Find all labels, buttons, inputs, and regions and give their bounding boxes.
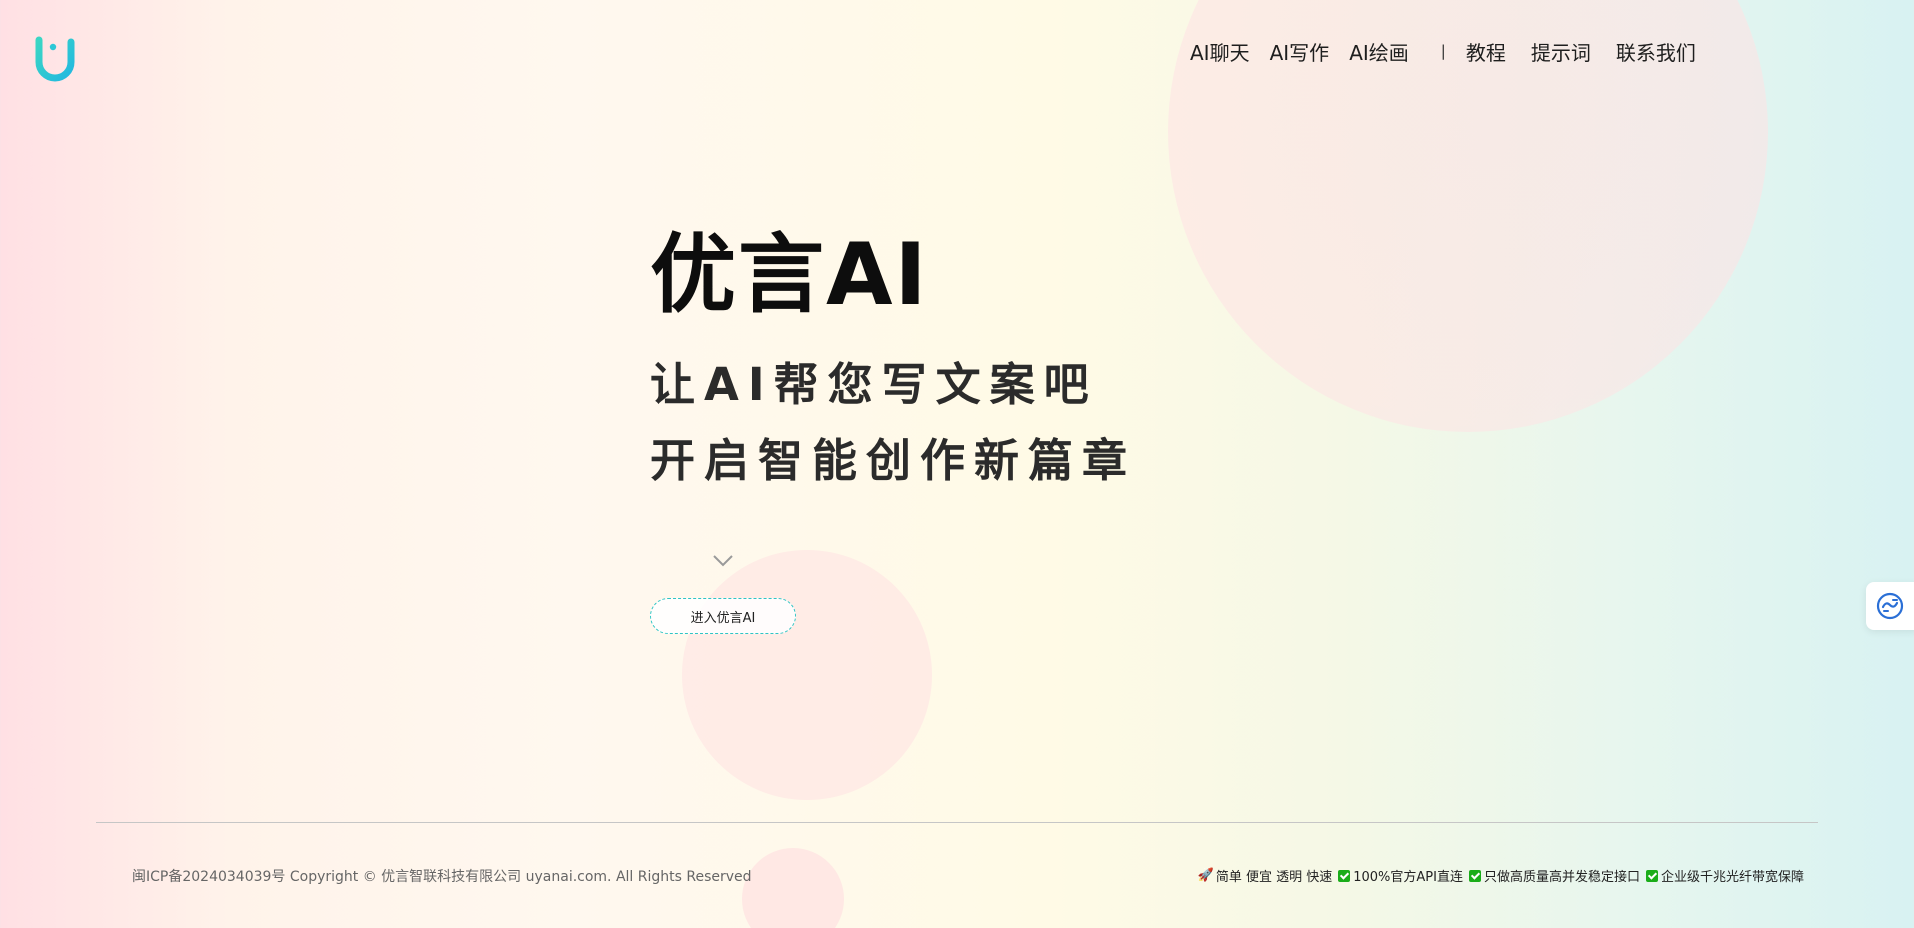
feature-text: 100%官方API直连	[1353, 870, 1463, 885]
feature-text: 企业级千兆光纤带宽保障	[1660, 870, 1804, 885]
nav-item-ai-writing[interactable]: AI写作	[1270, 37, 1330, 66]
check-icon	[1338, 869, 1351, 882]
brand-logo[interactable]	[34, 36, 76, 82]
nav-item-contact[interactable]: 联系我们	[1616, 37, 1696, 66]
translate-icon	[1876, 592, 1904, 620]
hero-section: 优言AI 让AI帮您写文案吧 开启智能创作新篇章	[650, 225, 1136, 499]
nav-item-prompts[interactable]: 提示词	[1531, 37, 1591, 66]
nav-item-ai-drawing[interactable]: AI绘画	[1349, 37, 1409, 66]
feature-text: 简单 便宜 透明 快速	[1215, 870, 1333, 885]
floating-translate-widget[interactable]	[1866, 582, 1914, 630]
nav-separator: |	[1440, 42, 1446, 60]
footer-copyright: 闽ICP备2024034039号 Copyright © 优言智联科技有限公司 …	[132, 869, 752, 885]
feature-item: 只做高质量高并发稳定接口	[1468, 866, 1640, 885]
hero-title: 优言AI	[650, 225, 929, 325]
chevron-down-icon	[713, 555, 733, 567]
feature-text: 只做高质量高并发稳定接口	[1483, 870, 1640, 885]
decor-circle-medium	[682, 550, 932, 800]
rocket-icon: 🚀	[1197, 868, 1214, 883]
nav-item-tutorial[interactable]: 教程	[1466, 37, 1506, 66]
hero-tagline-2: 开启智能创作新篇章	[650, 434, 1137, 487]
enter-button[interactable]: 进入优言AI	[650, 598, 796, 634]
hero-tagline-1: 让AI帮您写文案吧	[650, 358, 1098, 411]
top-nav: AI聊天 AI写作 AI绘画 | 教程 提示词 联系我们	[1190, 36, 1696, 66]
footer-features: 🚀 简单 便宜 透明 快速 100%官方API直连 只做高质量高并发稳定接口 企…	[1192, 866, 1804, 885]
feature-item: 🚀 简单 便宜 透明 快速	[1198, 866, 1333, 885]
feature-item: 企业级千兆光纤带宽保障	[1645, 866, 1804, 885]
feature-item: 100%官方API直连	[1338, 866, 1463, 885]
decor-circle-small	[742, 848, 844, 928]
nav-item-ai-chat[interactable]: AI聊天	[1190, 37, 1250, 66]
check-icon	[1468, 869, 1481, 882]
footer-divider	[96, 822, 1818, 823]
brand-logo-icon	[35, 36, 75, 82]
check-icon	[1645, 869, 1658, 882]
